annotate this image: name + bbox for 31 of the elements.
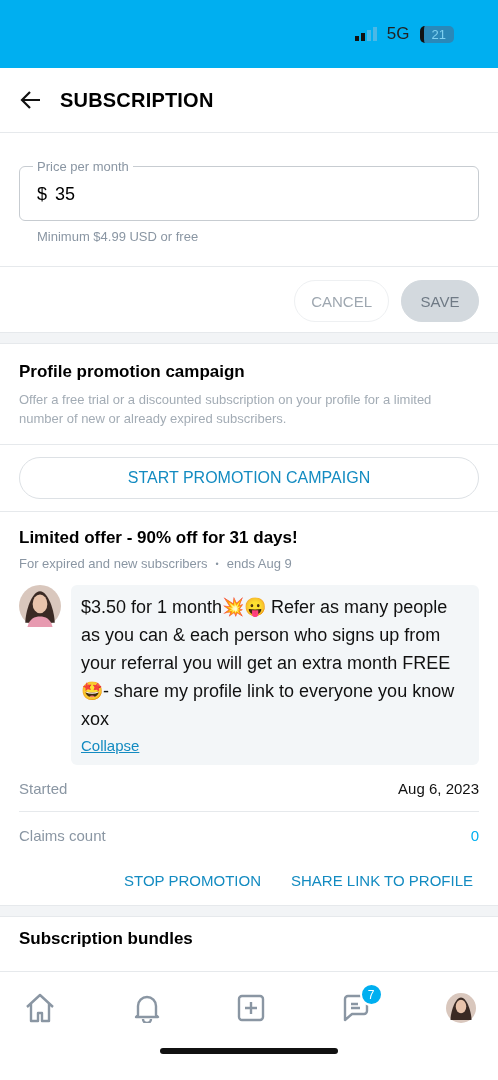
detail-value[interactable]: 0 bbox=[470, 826, 479, 844]
home-icon[interactable] bbox=[24, 993, 56, 1023]
collapse-link[interactable]: Collapse bbox=[81, 737, 140, 754]
section-title: Subscription bundles bbox=[19, 929, 194, 949]
battery-level: 21 bbox=[419, 25, 454, 43]
unread-badge: 7 bbox=[359, 983, 383, 1006]
offer-audience: For expired and new subscribers bbox=[19, 556, 208, 571]
field-hint: Minimum $4.99 USD or free bbox=[36, 228, 200, 244]
avatar bbox=[19, 585, 61, 627]
back-icon[interactable] bbox=[20, 90, 42, 110]
profile-avatar[interactable] bbox=[446, 993, 476, 1023]
stop-promotion-button[interactable]: STOP PROMOTION bbox=[124, 866, 261, 895]
network-label: 5G bbox=[386, 24, 410, 44]
page-title: SUBSCRIPTION bbox=[60, 88, 214, 112]
add-icon[interactable] bbox=[237, 994, 265, 1022]
detail-value: Aug 6, 2023 bbox=[398, 779, 479, 797]
separator-dot: • bbox=[215, 558, 219, 569]
offer-title: Limited offer - 90% off for 31 days! bbox=[19, 528, 299, 548]
message-text: $3.50 for 1 month💥😛 Refer as many people as you can & each person who signs up from your referral you will get an extra month FREE 🤩- share my profile link to everyone you know xox bbox=[81, 596, 456, 731]
currency-symbol: $ bbox=[37, 183, 47, 205]
price-field[interactable]: Price per month $ 35 bbox=[19, 159, 479, 221]
detail-label: Claims count bbox=[19, 826, 106, 844]
section-description: Offer a free trial or a discounted subscription on your profile for a limited number of new or already expired subscribers. bbox=[19, 391, 433, 428]
detail-label: Started bbox=[19, 779, 68, 797]
signal-icon bbox=[354, 27, 377, 41]
section-title: Profile promotion campaign bbox=[19, 362, 246, 382]
share-link-button[interactable]: SHARE LINK TO PROFILE bbox=[291, 866, 473, 895]
start-campaign-button[interactable]: START PROMOTION CAMPAIGN bbox=[19, 457, 479, 499]
price-value: 35 bbox=[55, 183, 76, 205]
field-label: Price per month bbox=[36, 159, 130, 174]
offer-end-date: ends Aug 9 bbox=[226, 556, 292, 571]
